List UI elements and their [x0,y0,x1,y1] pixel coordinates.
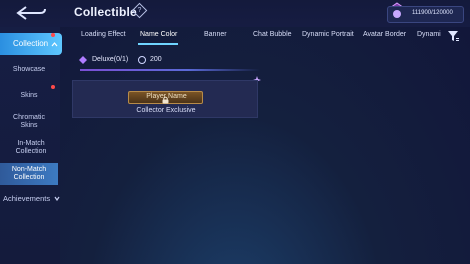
name-color-card[interactable]: Player Name Collector Exclusive [72,80,258,118]
tab-dynamic-overflow[interactable]: Dynami [417,31,441,38]
sidebar-item-label: Skins [20,92,38,99]
sidebar-item-in-match-collection[interactable]: In-Match Collection [8,140,54,156]
notification-badge [51,33,55,37]
card-subtitle: Collector Exclusive [136,107,196,114]
points-value: 111900/120000 [412,10,453,16]
tab-bar: Loading Effect Name Color Banner Chat Bu… [70,27,470,45]
sidebar-item-label: Achievements [3,194,51,203]
active-tab-indicator [138,43,178,45]
sidebar-item-label: Non-Match Collection [11,166,47,181]
lock-icon [162,96,169,104]
deluxe-gem-icon [79,56,87,64]
sidebar-item-non-match-collection[interactable]: Non-Match Collection [0,163,58,185]
sidebar-item-label: Collection [13,39,49,48]
chevron-down-icon [54,196,60,201]
tab-avatar-border[interactable]: Avatar Border [363,31,406,38]
coin-icon [138,56,146,64]
filter-icon[interactable] [446,29,460,43]
page-title: Collectible [74,5,137,19]
back-arrow-icon [16,5,46,20]
tab-name-color[interactable]: Name Color [140,31,177,38]
deluxe-count: Deluxe(0/1) [92,56,129,63]
sidebar-item-label: Showcase [12,66,46,73]
tab-dynamic-portrait[interactable]: Dynamic Portrait [302,31,354,38]
sidebar-item-showcase[interactable]: Showcase [0,66,58,74]
sidebar: Collection Showcase Skins Chromatic Skin… [0,27,63,264]
back-button[interactable] [10,4,52,21]
sidebar-item-chromatic-skins[interactable]: Chromatic Skins [4,114,54,130]
sidebar-item-label: Chromatic Skins [13,114,45,129]
gem-icon [393,10,401,18]
tab-chat-bubble[interactable]: Chat Bubble [253,31,292,38]
coin-value: 200 [150,56,162,63]
points-display: 111900/120000 [387,6,464,23]
sidebar-item-label: In-Match Collection [15,140,47,155]
notification-badge [51,85,55,89]
sidebar-item-skins[interactable]: Skins [0,92,58,100]
deluxe-section-header: Deluxe(0/1) 200 [76,55,266,67]
sidebar-item-achievements[interactable]: Achievements [3,195,63,203]
tab-loading-effect[interactable]: Loading Effect [81,31,126,38]
tab-banner[interactable]: Banner [204,31,227,38]
chevron-up-icon [51,42,58,47]
section-divider [80,69,260,71]
